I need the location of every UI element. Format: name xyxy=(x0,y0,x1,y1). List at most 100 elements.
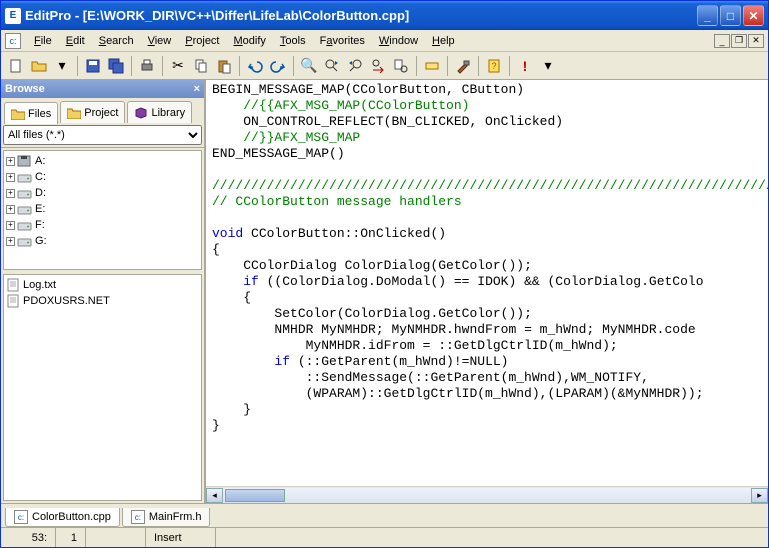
help-icon[interactable]: ? xyxy=(483,55,505,77)
file-icon xyxy=(6,294,20,308)
app-window: E EditPro - [E:\WORK_DIR\VC++\Differ\Lif… xyxy=(0,0,769,548)
file-list[interactable]: Log.txt PDOXUSRS.NET xyxy=(3,274,202,501)
doc-tab[interactable]: c: MainFrm.h xyxy=(122,508,211,527)
undo-icon[interactable] xyxy=(244,55,266,77)
drive-label: E: xyxy=(35,203,45,215)
find-next-icon[interactable] xyxy=(321,55,343,77)
minimize-button[interactable]: _ xyxy=(697,5,718,26)
expand-icon[interactable]: + xyxy=(6,237,15,246)
drive-label: F: xyxy=(35,219,45,231)
browse-header[interactable]: Browse × xyxy=(1,80,204,98)
drive-tree[interactable]: +A:+C:+D:+E:+F:+G: xyxy=(3,150,202,270)
menu-bar: c: File Edit Search View Project Modify … xyxy=(1,30,768,52)
browse-panel: Browse × Files Project Library xyxy=(1,80,206,503)
menu-file[interactable]: File xyxy=(27,33,59,49)
find-prev-icon[interactable] xyxy=(344,55,366,77)
doc-tab-label: MainFrm.h xyxy=(149,511,202,523)
menu-favorites[interactable]: Favorites xyxy=(313,33,372,49)
close-button[interactable]: ✕ xyxy=(743,5,764,26)
open-file-icon[interactable] xyxy=(28,55,50,77)
doc-tab[interactable]: c:ColorButton.cpp xyxy=(5,508,120,527)
disk-icon xyxy=(17,218,33,232)
tab-files-label: Files xyxy=(28,108,51,120)
window-title: EditPro - [E:\WORK_DIR\VC++\Differ\LifeL… xyxy=(25,8,697,23)
drive-node[interactable]: + G: xyxy=(6,233,199,249)
tab-library-label: Library xyxy=(151,107,185,119)
scroll-right-icon[interactable]: ▸ xyxy=(751,488,768,503)
menu-view[interactable]: View xyxy=(141,33,179,49)
menu-project[interactable]: Project xyxy=(178,33,226,49)
drive-node[interactable]: +A: xyxy=(6,153,199,169)
project-tab-icon xyxy=(67,107,81,119)
mdi-restore-button[interactable]: ❐ xyxy=(731,34,747,48)
mdi-doc-icon[interactable]: c: xyxy=(5,33,21,49)
horizontal-scrollbar[interactable]: ◂ ▸ xyxy=(206,486,768,503)
title-bar[interactable]: E EditPro - [E:\WORK_DIR\VC++\Differ\Lif… xyxy=(1,1,768,30)
toolbar: ▾ ✂ 🔍 ? ! ▾ xyxy=(1,52,768,80)
mdi-minimize-button[interactable]: _ xyxy=(714,34,730,48)
copy-icon[interactable] xyxy=(190,55,212,77)
file-icon xyxy=(6,278,20,292)
disk-icon xyxy=(17,170,33,184)
paste-icon[interactable] xyxy=(213,55,235,77)
drive-node[interactable]: + F: xyxy=(6,217,199,233)
find-in-files-icon[interactable] xyxy=(390,55,412,77)
file-item[interactable]: Log.txt xyxy=(6,277,199,293)
files-tab-icon xyxy=(11,108,25,120)
tool-hammer-icon[interactable] xyxy=(452,55,474,77)
tab-project[interactable]: Project xyxy=(60,101,125,123)
disk-icon xyxy=(17,234,33,248)
save-icon[interactable] xyxy=(82,55,104,77)
browse-close-icon[interactable]: × xyxy=(194,83,200,95)
file-filter: All files (*.*) xyxy=(1,123,204,148)
print-icon[interactable] xyxy=(136,55,158,77)
expand-icon[interactable]: + xyxy=(6,157,15,166)
doc-tab-label: ColorButton.cpp xyxy=(32,511,111,523)
ruler-icon[interactable] xyxy=(421,55,443,77)
mdi-close-button[interactable]: ✕ xyxy=(748,34,764,48)
open-dropdown-icon[interactable]: ▾ xyxy=(51,55,73,77)
maximize-button[interactable]: □ xyxy=(720,5,741,26)
cut-icon[interactable]: ✂ xyxy=(167,55,189,77)
expand-icon[interactable]: + xyxy=(6,173,15,182)
expand-icon[interactable]: + xyxy=(6,221,15,230)
redo-icon[interactable] xyxy=(267,55,289,77)
replace-icon[interactable] xyxy=(367,55,389,77)
menu-tools[interactable]: Tools xyxy=(273,33,313,49)
save-all-icon[interactable] xyxy=(105,55,127,77)
scroll-track[interactable] xyxy=(223,488,751,503)
floppy-icon xyxy=(17,154,33,168)
drive-node[interactable]: + E: xyxy=(6,201,199,217)
disk-icon xyxy=(17,186,33,200)
expand-icon[interactable]: + xyxy=(6,205,15,214)
new-file-icon[interactable] xyxy=(5,55,27,77)
scroll-left-icon[interactable]: ◂ xyxy=(206,488,223,503)
status-col: 1 xyxy=(56,528,86,547)
expand-icon[interactable]: + xyxy=(6,189,15,198)
editor-area: BEGIN_MESSAGE_MAP(CColorButton, CButton)… xyxy=(206,80,768,503)
drive-label: C: xyxy=(35,171,46,183)
scroll-thumb[interactable] xyxy=(225,489,285,502)
find-icon[interactable]: 🔍 xyxy=(298,55,320,77)
disk-icon xyxy=(17,202,33,216)
drive-label: G: xyxy=(35,235,47,247)
menu-search[interactable]: Search xyxy=(92,33,141,49)
menu-edit[interactable]: Edit xyxy=(59,33,92,49)
client-area: Browse × Files Project Library xyxy=(1,80,768,503)
tab-library[interactable]: Library xyxy=(127,101,192,123)
doc-icon: c: xyxy=(131,510,145,524)
drive-node[interactable]: +D: xyxy=(6,185,199,201)
alert-icon[interactable]: ! xyxy=(514,55,536,77)
document-tabs: c:ColorButton.cpp c: MainFrm.h xyxy=(1,503,768,527)
code-editor[interactable]: BEGIN_MESSAGE_MAP(CColorButton, CButton)… xyxy=(206,80,768,486)
menu-modify[interactable]: Modify xyxy=(227,33,273,49)
status-blank1 xyxy=(86,528,146,547)
file-name: Log.txt xyxy=(23,279,56,291)
menu-help[interactable]: Help xyxy=(425,33,462,49)
file-item[interactable]: PDOXUSRS.NET xyxy=(6,293,199,309)
menu-window[interactable]: Window xyxy=(372,33,425,49)
file-filter-select[interactable]: All files (*.*) xyxy=(3,125,202,145)
tab-files[interactable]: Files xyxy=(4,102,58,124)
alert-dropdown-icon[interactable]: ▾ xyxy=(537,55,559,77)
drive-node[interactable]: + C: xyxy=(6,169,199,185)
